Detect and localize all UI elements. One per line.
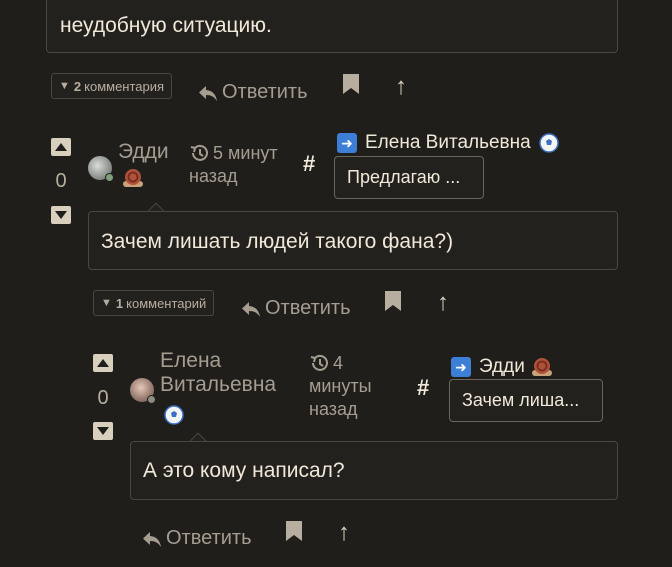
avatar[interactable] bbox=[130, 378, 156, 404]
up-arrow-icon[interactable]: ↑ bbox=[395, 75, 407, 99]
quoted-parent-button[interactable]: Зачем лиша... bbox=[449, 379, 603, 422]
reply-label: Ответить bbox=[222, 81, 308, 103]
soccer-ball-emoji-icon bbox=[538, 133, 559, 153]
reply-button[interactable]: Ответить bbox=[142, 527, 252, 550]
comment-text: Зачем лишать людей такого фана?) bbox=[101, 230, 454, 253]
avatar[interactable] bbox=[88, 156, 114, 182]
vote-down-button[interactable] bbox=[93, 422, 113, 440]
vote-up-button[interactable] bbox=[51, 138, 71, 156]
author-name[interactable]: Елена Витальевна bbox=[160, 349, 300, 397]
vote-up-icon bbox=[55, 143, 67, 151]
online-status-dot bbox=[147, 395, 156, 404]
reply-label: Ответить bbox=[166, 527, 252, 549]
reply-icon bbox=[242, 301, 260, 317]
comment-bubble-top: неудобную ситуацию. bbox=[46, 0, 618, 53]
vote-score: 0 bbox=[97, 387, 109, 409]
replies-label: комментария bbox=[84, 78, 165, 94]
vote-up-button[interactable] bbox=[93, 354, 113, 372]
vote-down-icon bbox=[55, 211, 67, 219]
reply-to-author[interactable]: ➜ Эдди bbox=[451, 356, 553, 378]
reply-icon bbox=[143, 531, 161, 547]
reply-label: Ответить bbox=[265, 297, 351, 319]
permalink-hash[interactable]: # bbox=[303, 151, 315, 177]
vote-down-icon bbox=[97, 427, 109, 435]
replies-count: 2 bbox=[73, 78, 82, 94]
author-name[interactable]: Эдди bbox=[118, 140, 169, 164]
permalink-hash[interactable]: # bbox=[417, 375, 429, 401]
comment-bubble: А это кому написал? bbox=[130, 441, 618, 500]
vote-up-icon bbox=[97, 359, 109, 367]
snail-emoji-icon bbox=[123, 169, 143, 187]
replies-count: 1 bbox=[115, 295, 124, 311]
vote-down-button[interactable] bbox=[51, 206, 71, 224]
comment-bubble: Зачем лишать людей такого фана?) bbox=[88, 211, 618, 270]
replies-label: комментарий bbox=[126, 295, 207, 311]
comment-time[interactable]: 5 минут назад bbox=[189, 142, 299, 188]
soccer-ball-emoji-icon bbox=[164, 405, 184, 425]
comment-text: А это кому написал? bbox=[143, 459, 345, 482]
bookmark-icon[interactable] bbox=[343, 74, 359, 94]
bookmark-icon[interactable] bbox=[385, 291, 401, 311]
comment-text-top: неудобную ситуацию. bbox=[60, 14, 272, 37]
quoted-parent-button[interactable]: Предлагаю ... bbox=[334, 156, 484, 199]
replies-toggle-top[interactable]: ▼ 2 комментария bbox=[51, 73, 173, 99]
reply-to-author[interactable]: ➜ Елена Витальевна bbox=[337, 132, 559, 154]
reply-button-top[interactable]: Ответить bbox=[198, 81, 308, 104]
snail-emoji-icon bbox=[531, 358, 552, 376]
collapse-triangle-icon: ▼ bbox=[59, 80, 70, 92]
right-arrow-icon: ➜ bbox=[337, 133, 357, 153]
up-arrow-icon[interactable]: ↑ bbox=[338, 521, 350, 545]
bookmark-icon[interactable] bbox=[286, 521, 302, 541]
replies-toggle[interactable]: ▼ 1 комментарий bbox=[93, 290, 215, 316]
reply-button[interactable]: Ответить bbox=[241, 297, 351, 320]
collapse-triangle-icon: ▼ bbox=[101, 297, 112, 309]
comment-time[interactable]: 4 минуты назад bbox=[309, 352, 399, 421]
right-arrow-icon: ➜ bbox=[451, 357, 471, 377]
vote-score: 0 bbox=[55, 170, 67, 192]
up-arrow-icon[interactable]: ↑ bbox=[437, 291, 449, 315]
online-status-dot bbox=[105, 173, 114, 182]
reply-icon bbox=[199, 85, 217, 101]
